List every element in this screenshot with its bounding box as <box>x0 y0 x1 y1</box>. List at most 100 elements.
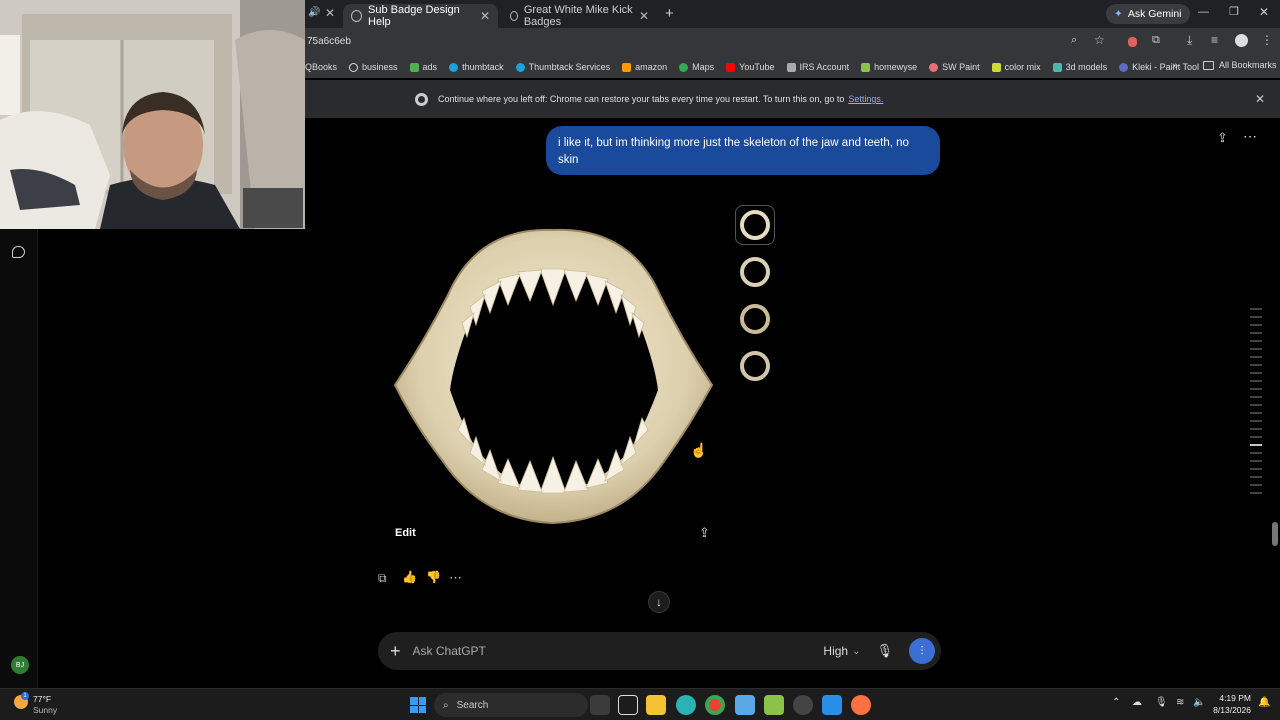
share-icon[interactable]: ⇪ <box>1217 130 1228 146</box>
extension-icon[interactable] <box>1128 37 1137 47</box>
clock-time[interactable]: 4:19 PM <box>1211 693 1251 703</box>
tab-great-white[interactable]: Great White Mike Kick Badges ✕ <box>502 4 657 28</box>
page-scrollbar[interactable] <box>1272 120 1278 680</box>
prompt-input[interactable]: Ask ChatGPT <box>413 644 824 658</box>
tray-overflow-icon[interactable]: ⌃ <box>1112 697 1120 708</box>
bookmark-irs[interactable]: IRS Account <box>786 62 849 72</box>
bookmark-color-mix[interactable]: color mix <box>991 62 1041 72</box>
bookmark-homewyse[interactable]: homewyse <box>861 62 917 72</box>
close-icon[interactable]: ✕ <box>325 6 335 20</box>
onedrive-icon[interactable]: ☁ <box>1132 697 1142 708</box>
gemini-icon: ✦ <box>1114 8 1123 20</box>
generated-image[interactable] <box>390 225 720 525</box>
thumbs-up-icon[interactable]: 👍 <box>402 570 417 584</box>
model-selector[interactable]: High <box>823 644 848 658</box>
close-window-button[interactable]: ✕ <box>1259 5 1269 19</box>
ask-gemini-button[interactable]: ✦ Ask Gemini <box>1106 4 1190 24</box>
wifi-icon[interactable]: ≋ <box>1176 697 1184 708</box>
webcam-overlay <box>0 0 305 229</box>
file-explorer-icon[interactable] <box>646 695 666 715</box>
bookmark-youtube[interactable]: YouTube <box>726 62 775 72</box>
bookmark-thumbtack[interactable]: thumbtack <box>449 62 504 72</box>
volume-icon[interactable]: 🔈 <box>1193 697 1205 708</box>
bookmark-star-icon[interactable]: ☆ <box>1094 33 1105 47</box>
thumbtack-icon <box>449 62 459 72</box>
image-thumbnail-4[interactable] <box>735 346 775 386</box>
user-avatar[interactable]: BJ <box>11 656 29 674</box>
url-text[interactable]: 75a6c6eb <box>307 36 351 47</box>
color-mix-icon <box>991 62 1001 72</box>
image-thumbnail-2[interactable] <box>735 252 775 292</box>
browser-menu-icon[interactable]: ⋮ <box>1261 33 1273 47</box>
new-tab-button[interactable]: + <box>665 5 674 22</box>
firefox-icon[interactable] <box>851 695 871 715</box>
notification-bell-icon[interactable]: 🔔 <box>1258 697 1270 708</box>
voice-mode-button[interactable]: ⫶ <box>909 638 935 664</box>
all-bookmarks-button[interactable]: All Bookmarks <box>1203 60 1277 70</box>
app-icon-2[interactable] <box>764 695 784 715</box>
weather-temp[interactable]: 77°F <box>33 694 51 704</box>
microphone-icon[interactable]: 🎙 <box>876 643 893 659</box>
taskbar-search[interactable]: ⌕ Search <box>434 693 588 717</box>
zoom-icon[interactable]: ⌕ <box>1071 34 1077 47</box>
settings-link[interactable]: Settings. <box>848 94 883 104</box>
bookmark-label: SW Paint <box>942 62 980 72</box>
chat-bubble-icon[interactable] <box>12 246 25 258</box>
bookmarks-overflow-button[interactable]: » <box>1172 60 1178 72</box>
ask-gemini-label: Ask Gemini <box>1127 8 1182 20</box>
bookmark-amazon[interactable]: amazon <box>622 62 667 72</box>
mic-tray-icon[interactable]: 🎙 <box>1155 697 1168 708</box>
image-thumbnail-3[interactable] <box>735 299 775 339</box>
windows-start-icon[interactable] <box>410 697 426 713</box>
bookmark-ads[interactable]: ads <box>409 62 438 72</box>
notepad-icon[interactable] <box>618 695 638 715</box>
task-view-icon[interactable] <box>590 695 610 715</box>
clock-date[interactable]: 8/13/2026 <box>1205 705 1251 715</box>
shark-jaw-illustration <box>393 228 714 525</box>
bookmark-business[interactable]: business <box>349 62 398 72</box>
kleki-icon <box>1119 62 1129 72</box>
close-tab-icon[interactable]: ✕ <box>639 9 649 23</box>
download-icon[interactable]: ⤓ <box>1187 33 1192 48</box>
bookmark-kleki[interactable]: Kleki - Paint Tool <box>1119 62 1199 72</box>
bookmark-label: Thumbtack Services <box>528 62 611 72</box>
bookmark-label: ads <box>422 62 438 72</box>
profile-avatar[interactable] <box>1235 34 1248 47</box>
tab-sub-badge[interactable]: Sub Badge Design Help ✕ <box>343 4 498 28</box>
conversation-menu-icon[interactable]: ⋯ <box>1243 128 1257 145</box>
media-control-icon[interactable]: ≡ <box>1211 33 1218 47</box>
webcam-feed <box>0 0 305 229</box>
edge-icon[interactable] <box>676 695 696 715</box>
minimize-button[interactable]: — <box>1198 6 1209 18</box>
bookmark-sw-paint[interactable]: SW Paint <box>929 62 980 72</box>
google-icon <box>349 62 359 72</box>
extensions-puzzle-icon[interactable]: ⧉ <box>1152 34 1160 47</box>
scroll-down-button[interactable]: ↓ <box>648 591 670 613</box>
jaw-thumbnail-icon <box>740 304 770 334</box>
app-icon-3[interactable] <box>793 695 813 715</box>
speaker-icon[interactable]: 🔊 <box>308 7 320 18</box>
chatgpt-icon <box>351 10 363 22</box>
maximize-button[interactable]: ❐ <box>1229 5 1239 18</box>
image-share-icon[interactable]: ⇪ <box>699 525 710 541</box>
chrome-taskbar-icon[interactable] <box>705 695 725 715</box>
edit-image-button[interactable]: Edit <box>395 527 416 539</box>
app-icon-1[interactable] <box>735 695 755 715</box>
image-thumbnail-1[interactable] <box>735 205 775 245</box>
app-icon-4[interactable] <box>822 695 842 715</box>
weather-desc[interactable]: Sunny <box>33 705 57 715</box>
restore-tabs-infobar: Continue where you left off: Chrome can … <box>305 80 1280 118</box>
more-actions-icon[interactable]: ⋯ <box>449 570 462 586</box>
bookmark-maps[interactable]: Maps <box>679 62 714 72</box>
bookmark-thumbtack-services[interactable]: Thumbtack Services <box>515 62 611 72</box>
thumbs-down-icon[interactable]: 👎 <box>426 570 441 584</box>
dismiss-infobar-icon[interactable]: ✕ <box>1255 92 1265 106</box>
bookmark-3d-models[interactable]: 3d models <box>1052 62 1107 72</box>
conversation-minimap[interactable] <box>1248 305 1264 500</box>
message-composer[interactable]: + Ask ChatGPT High ⌄ 🎙 ⫶ <box>378 632 941 670</box>
bookmark-qbooks[interactable]: QBooks <box>305 62 337 72</box>
hand-cursor-icon: ☝ <box>690 442 708 458</box>
attach-button[interactable]: + <box>390 641 401 662</box>
copy-icon[interactable]: ⧉ <box>378 571 387 586</box>
close-tab-icon[interactable]: ✕ <box>480 9 490 23</box>
